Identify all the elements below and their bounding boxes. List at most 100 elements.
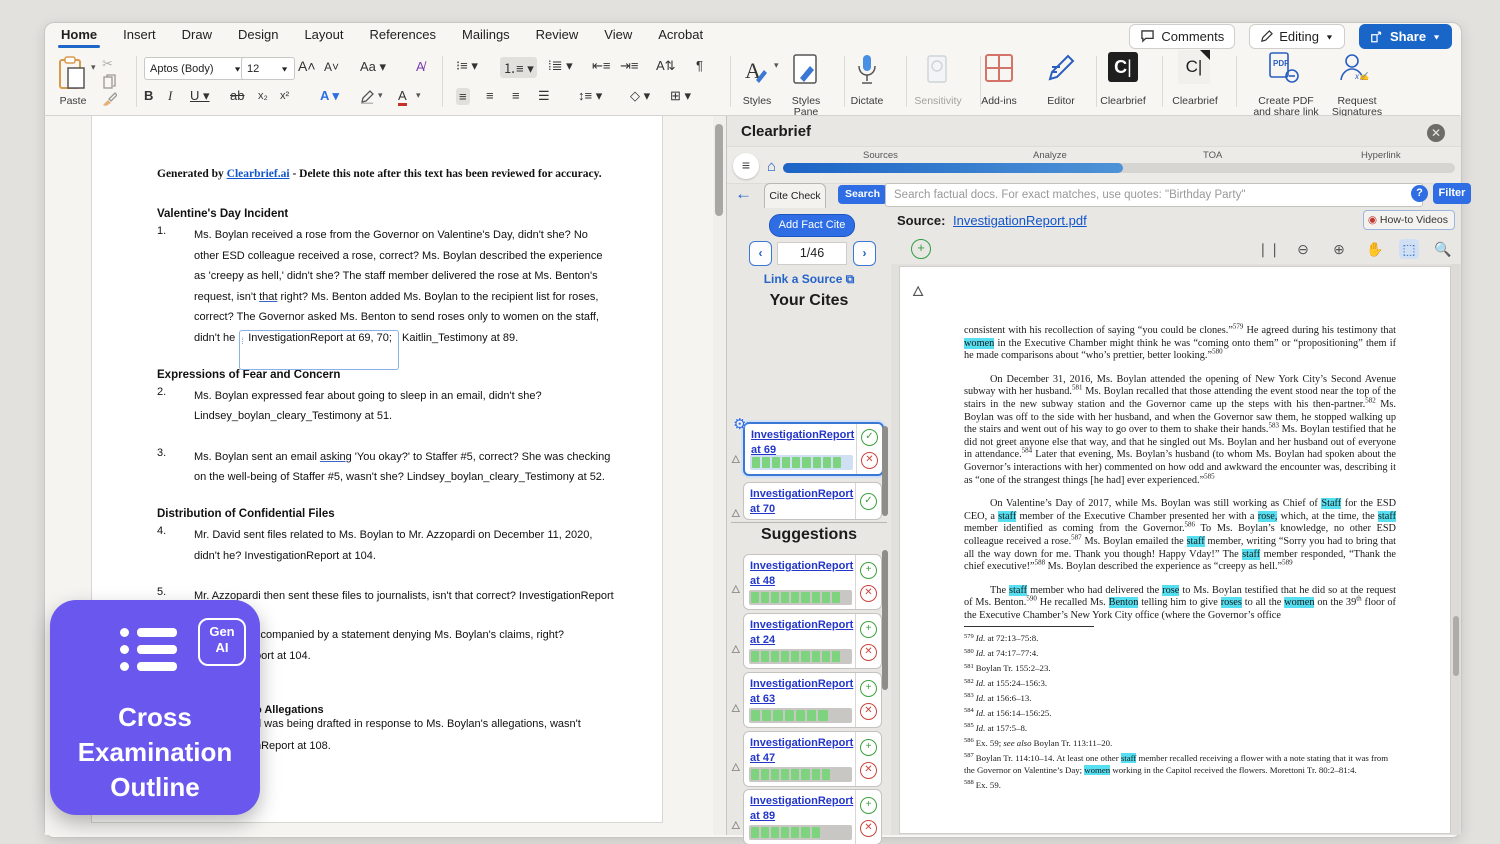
pdf-scrollbar-thumb[interactable] <box>1453 616 1459 676</box>
tab-layout[interactable]: Layout <box>291 23 356 48</box>
editor-label[interactable]: Editor <box>1034 96 1088 107</box>
cite-link[interactable]: InvestigationReport at 89 <box>744 790 847 825</box>
home-icon[interactable]: ⌂ <box>767 160 776 174</box>
cite-link[interactable]: InvestigationReport at 70 <box>744 483 847 518</box>
tab-draw[interactable]: Draw <box>169 23 225 48</box>
close-icon[interactable]: ✕ <box>1427 124 1445 142</box>
align-right-button[interactable]: ≡ <box>512 88 520 103</box>
tab-acrobat[interactable]: Acrobat <box>645 23 716 48</box>
styles-icon[interactable]: A <box>744 56 770 86</box>
cite-next-button[interactable]: › <box>853 241 876 266</box>
copy-icon[interactable] <box>103 74 116 89</box>
paste-dropdown-chevron[interactable]: ▾ <box>91 62 96 73</box>
line-spacing-icon[interactable]: ↕≡ ▾ <box>578 88 602 104</box>
paste-icon[interactable] <box>58 56 88 92</box>
suggestions-scrollbar-thumb[interactable] <box>882 550 888 690</box>
shrink-font-icon[interactable]: A˅ <box>324 60 339 74</box>
editing-mode-button[interactable]: Editing ▼ <box>1249 24 1345 49</box>
tab-references[interactable]: References <box>357 23 449 48</box>
add-ins-label[interactable]: Add-ins <box>970 96 1028 107</box>
shading-icon[interactable]: ◇ ▾ <box>630 88 650 104</box>
hand-tool-icon[interactable]: ✋ <box>1365 239 1385 259</box>
how-to-videos-button[interactable]: ◉ How-to Videos <box>1363 210 1455 230</box>
pilcrow-icon[interactable]: ¶ <box>696 58 703 73</box>
request-signatures-icon[interactable]: x✍ <box>1338 52 1370 84</box>
link-a-source-button[interactable]: Link a Source ⧉ <box>727 272 891 287</box>
cite-card-selected[interactable]: InvestigationReport at 69 ✓ ✕ <box>743 422 884 476</box>
step-analyze[interactable]: Analyze <box>1033 150 1067 161</box>
dismiss-icon[interactable]: ✕ <box>860 820 877 837</box>
tab-view[interactable]: View <box>591 23 645 48</box>
page-layout-icon[interactable]: ❘❘ <box>1257 239 1277 259</box>
cross-examination-outline-card[interactable]: GenAI CrossExaminationOutline <box>50 600 260 815</box>
tab-mailings[interactable]: Mailings <box>449 23 523 48</box>
dismiss-icon[interactable]: ✕ <box>860 644 877 661</box>
chevron-down-icon[interactable]: ▾ <box>774 60 779 71</box>
accept-icon[interactable]: ✓ <box>860 493 877 510</box>
styles-pane-icon[interactable] <box>792 54 820 86</box>
format-painter-icon[interactable] <box>102 92 117 107</box>
search-icon[interactable]: 🔍 <box>1433 239 1453 259</box>
zoom-out-icon[interactable]: ⊖ <box>1293 239 1313 259</box>
search-button[interactable]: Search <box>838 185 887 204</box>
clear-formatting-icon[interactable]: A̸ <box>416 59 425 74</box>
italic-button[interactable]: I <box>168 88 172 104</box>
sort-icon[interactable]: A⇅ <box>656 58 676 74</box>
cite-pager-value[interactable]: 1/46 <box>777 242 847 265</box>
tab-home[interactable]: Home <box>48 23 110 48</box>
cite-link[interactable]: InvestigationReport at 24 <box>744 614 847 649</box>
add-icon[interactable]: + <box>860 797 877 814</box>
help-icon[interactable]: ? <box>1411 185 1428 202</box>
source-file-link[interactable]: InvestigationReport.pdf <box>953 213 1087 228</box>
pdf-scrollbar[interactable] <box>1451 264 1460 835</box>
add-icon[interactable]: + <box>860 562 877 579</box>
text-effects-icon[interactable]: A ▾ <box>320 88 339 104</box>
add-icon[interactable]: + <box>860 621 877 638</box>
step-hyperlink[interactable]: Hyperlink <box>1361 150 1401 161</box>
suggestion-card[interactable]: InvestigationReport at 48 + ✕ <box>743 554 882 610</box>
document-scrollbar[interactable] <box>713 116 726 835</box>
clearbrief-dark-label[interactable]: Clearbrief <box>1094 96 1152 107</box>
styles-label[interactable]: Styles <box>734 96 780 107</box>
cut-icon[interactable]: ✂ <box>102 56 113 72</box>
request-signatures-label[interactable]: Request Signatures <box>1326 96 1388 118</box>
cite-link[interactable]: InvestigationReport at 48 <box>744 555 847 590</box>
step-sources[interactable]: Sources <box>863 150 898 161</box>
subscript-button[interactable]: x₂ <box>258 90 268 102</box>
dismiss-icon[interactable]: ✕ <box>860 585 877 602</box>
decrease-indent-icon[interactable]: ⇤≡ <box>592 58 610 74</box>
reject-icon[interactable]: ✕ <box>861 452 878 469</box>
clearbrief-light-icon[interactable]: C| <box>1178 50 1210 84</box>
highlight-color-icon[interactable] <box>360 90 376 104</box>
add-icon[interactable]: + <box>860 680 877 697</box>
clearbrief-light-label[interactable]: Clearbrief <box>1166 96 1224 107</box>
suggestion-card[interactable]: InvestigationReport at 47 + ✕ <box>743 731 882 787</box>
increase-indent-icon[interactable]: ⇥≡ <box>620 58 638 74</box>
step-toa[interactable]: TOA <box>1203 150 1222 161</box>
cite-card[interactable]: InvestigationReport at 70 ✓ <box>743 482 882 520</box>
tab-review[interactable]: Review <box>523 23 592 48</box>
cite-prev-button[interactable]: ‹ <box>749 241 772 266</box>
add-icon[interactable]: + <box>860 739 877 756</box>
gear-icon[interactable]: ⚙ <box>733 416 751 434</box>
zoom-in-icon[interactable]: ⊕ <box>1329 239 1349 259</box>
align-left-button[interactable]: ≡ <box>456 88 470 105</box>
marquee-select-icon[interactable]: ⬚ <box>1399 239 1419 259</box>
back-arrow-icon[interactable]: ← <box>735 184 752 204</box>
share-button[interactable]: Share ▼ <box>1359 24 1452 49</box>
paste-label[interactable]: Paste <box>50 96 96 107</box>
cites-scrollbar-thumb[interactable] <box>882 426 888 516</box>
chevron-down-icon[interactable]: ▾ <box>378 90 383 101</box>
font-name-select[interactable]: Aptos (Body)▼ <box>144 57 248 80</box>
create-pdf-label[interactable]: Create PDF and share link <box>1248 96 1324 118</box>
dictate-icon[interactable] <box>856 54 878 86</box>
pdf-viewer[interactable]: 🜂 consistent with his recollection of sa… <box>891 264 1461 835</box>
tab-design[interactable]: Design <box>225 23 291 48</box>
editor-icon[interactable] <box>1046 53 1076 83</box>
align-center-button[interactable]: ≡ <box>486 88 494 103</box>
grow-font-icon[interactable]: A˄ <box>298 58 316 74</box>
strikethrough-button[interactable]: ab <box>230 88 244 103</box>
search-input[interactable]: Search factual docs. For exact matches, … <box>885 183 1423 207</box>
borders-icon[interactable]: ⊞ ▾ <box>670 88 691 104</box>
underline-button[interactable]: U ▾ <box>190 88 210 104</box>
